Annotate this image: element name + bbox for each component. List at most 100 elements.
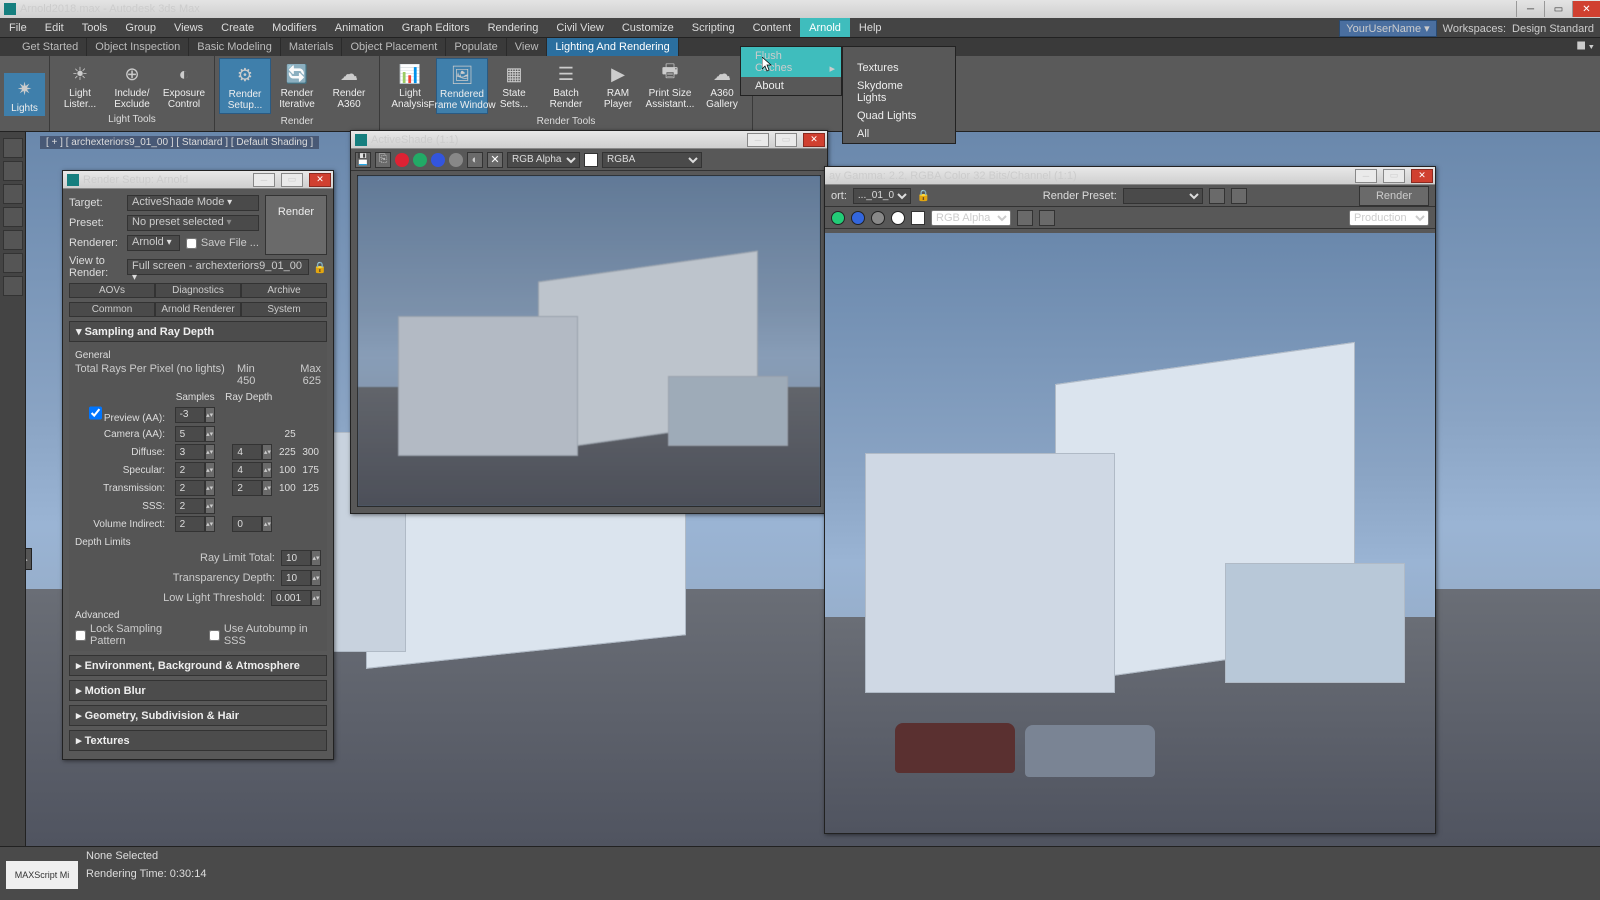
spinner[interactable]: ▴▾	[232, 480, 272, 496]
green-channel-icon[interactable]	[831, 211, 845, 225]
minimize-button[interactable]: ─	[747, 133, 769, 147]
swatch-icon[interactable]	[911, 211, 925, 225]
target-select[interactable]: ActiveShade Mode ▾	[127, 195, 259, 211]
ribbon-state-sets[interactable]: ▦State Sets...	[488, 58, 540, 114]
spinner[interactable]: ▴▾	[175, 480, 215, 496]
menu-edit[interactable]: Edit	[36, 18, 73, 37]
close-button[interactable]: ✕	[1572, 1, 1600, 17]
menu-civil-view[interactable]: Civil View	[547, 18, 612, 37]
menu-arnold[interactable]: Arnold	[800, 18, 850, 37]
save-image-icon[interactable]: 💾	[355, 152, 371, 168]
red-channel-icon[interactable]	[395, 153, 409, 167]
ribbon-batch-render[interactable]: ☰Batch Render	[540, 58, 592, 114]
minimize-button[interactable]: ─	[1355, 169, 1377, 183]
channel-select[interactable]: RGB Alpha	[507, 152, 580, 168]
minimize-button[interactable]: ─	[1516, 1, 1544, 17]
spinner[interactable]: ▴▾	[175, 407, 215, 423]
menu-scripting[interactable]: Scripting	[683, 18, 744, 37]
production-select[interactable]: Production	[1349, 210, 1429, 226]
menu-group[interactable]: Group	[116, 18, 165, 37]
blue-channel-icon[interactable]	[431, 153, 445, 167]
rollout-textures[interactable]: Textures	[69, 730, 327, 751]
spinner[interactable]: ▴▾	[175, 498, 215, 514]
rollout-motion-blur[interactable]: Motion Blur	[69, 680, 327, 701]
alpha-channel-icon[interactable]	[871, 211, 885, 225]
command-panel-strip[interactable]	[0, 132, 26, 846]
lock-sampling-checkbox[interactable]: Lock Sampling Pattern	[75, 623, 189, 647]
rs-tab-arnold-renderer[interactable]: Arnold Renderer	[155, 302, 241, 317]
menu-customize[interactable]: Customize	[613, 18, 683, 37]
channel-select[interactable]: RGB Alpha	[931, 210, 1011, 226]
tab-get-started[interactable]: Get Started	[14, 38, 87, 56]
menu-file[interactable]: File	[0, 18, 36, 37]
menu-create[interactable]: Create	[212, 18, 263, 37]
tool-icon[interactable]	[3, 230, 23, 250]
menu-animation[interactable]: Animation	[326, 18, 393, 37]
autobump-checkbox[interactable]: Use Autobump in SSS	[209, 623, 321, 647]
swatch-icon[interactable]	[584, 153, 598, 167]
effects-icon[interactable]	[1231, 188, 1247, 204]
ribbon-rendered-frame-window[interactable]: 🖼Rendered Frame Window	[436, 58, 488, 114]
mono-channel-icon[interactable]	[891, 211, 905, 225]
menu-tools[interactable]: Tools	[73, 18, 117, 37]
flush-all[interactable]: All	[843, 125, 955, 143]
env-icon[interactable]	[1209, 188, 1225, 204]
rs-tab-common[interactable]: Common	[69, 302, 155, 317]
spinner[interactable]: ▴▾	[175, 462, 215, 478]
clear-icon[interactable]: ✕	[487, 152, 503, 168]
render-button[interactable]: Render	[1359, 186, 1429, 206]
mode-select[interactable]: RGBA	[602, 152, 702, 168]
ribbon-render-a360[interactable]: ☁Render A360	[323, 58, 375, 114]
tab-basic-modeling[interactable]: Basic Modeling	[189, 38, 281, 56]
tool-icon[interactable]	[3, 138, 23, 158]
maximize-button[interactable]: ▭	[1383, 169, 1405, 183]
workspace-selector[interactable]: Design Standard	[1512, 23, 1594, 35]
spinner[interactable]: ▴▾	[232, 444, 272, 460]
spinner[interactable]: ▴▾	[175, 516, 215, 532]
lock-view-icon[interactable]: 🔒	[313, 261, 327, 274]
tab-materials[interactable]: Materials	[281, 38, 343, 56]
tab-populate[interactable]: Populate	[446, 38, 506, 56]
flush-skydome[interactable]: Skydome Lights	[843, 77, 955, 107]
ribbon-toggle-icon[interactable]: ⯀ ▾	[1577, 41, 1594, 54]
menu-modifiers[interactable]: Modifiers	[263, 18, 326, 37]
rs-tab-aovs[interactable]: AOVs	[69, 283, 155, 298]
tool-icon[interactable]	[3, 207, 23, 227]
lock-icon[interactable]: 🔒	[917, 189, 931, 202]
transparency-depth-input[interactable]: ▴▾	[281, 570, 321, 586]
rollout-geometry-subdivision-hair[interactable]: Geometry, Subdivision & Hair	[69, 705, 327, 726]
toggle-overlay-icon[interactable]	[1039, 210, 1055, 226]
rollout-environment-background-atmosphere[interactable]: Environment, Background & Atmosphere	[69, 655, 327, 676]
copy-image-icon[interactable]: ⎘	[375, 152, 391, 168]
blue-channel-icon[interactable]	[851, 211, 865, 225]
maximize-button[interactable]: ▭	[775, 133, 797, 147]
tab-object-placement[interactable]: Object Placement	[342, 38, 446, 56]
close-button[interactable]: ✕	[803, 133, 825, 147]
green-channel-icon[interactable]	[413, 153, 427, 167]
ribbon-print-size-assistant[interactable]: 🖶Print Size Assistant...	[644, 58, 696, 114]
ribbon-ram-player[interactable]: ▶RAM Player	[592, 58, 644, 114]
ribbon-render-setup[interactable]: ⚙Render Setup...	[219, 58, 271, 114]
render-canvas[interactable]	[825, 233, 1435, 833]
render-preset-select[interactable]	[1123, 188, 1203, 204]
preset-select[interactable]: No preset selected ▾	[127, 215, 259, 231]
ray-limit-input[interactable]: ▴▾	[281, 550, 321, 566]
ribbon-render-iterative[interactable]: 🔄Render Iterative	[271, 58, 323, 114]
lights-preset-button[interactable]: ✷ Lights	[4, 73, 45, 116]
maxscript-listener[interactable]: MAXScript Mi	[6, 861, 78, 889]
minimize-button[interactable]: ─	[253, 173, 275, 187]
arnold-menu-flush-caches[interactable]: Flush Caches▸	[741, 47, 841, 77]
ribbon-exposure-control[interactable]: ◐Exposure Control	[158, 58, 210, 112]
menu-help[interactable]: Help	[850, 18, 891, 37]
tool-icon[interactable]	[3, 184, 23, 204]
rs-tab-diagnostics[interactable]: Diagnostics	[155, 283, 241, 298]
menu-graph-editors[interactable]: Graph Editors	[393, 18, 479, 37]
view-select[interactable]: Full screen - archexteriors9_01_00 ▾	[127, 259, 309, 275]
lowlight-input[interactable]: ▴▾	[271, 590, 321, 606]
user-badge[interactable]: YourUserName ▾	[1339, 20, 1436, 37]
flush-quadlights[interactable]: Quad Lights	[843, 107, 955, 125]
tool-icon[interactable]	[3, 253, 23, 273]
toggle-ui-icon[interactable]	[1017, 210, 1033, 226]
flush-textures[interactable]: Textures	[843, 59, 955, 77]
rs-tab-archive[interactable]: Archive	[241, 283, 327, 298]
